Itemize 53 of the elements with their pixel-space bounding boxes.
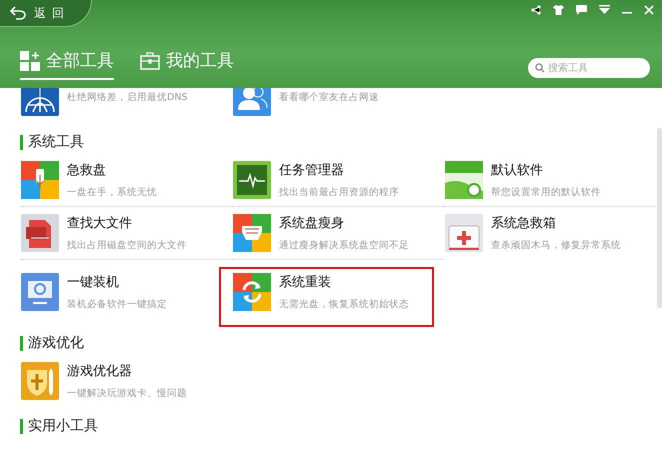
- tool-name: 游戏优化器: [67, 363, 133, 380]
- briefcase-icon: [140, 52, 160, 70]
- back-arrow-icon: [10, 6, 26, 20]
- tool-name: 查找大文件: [67, 215, 133, 232]
- monitor-icon: [21, 273, 59, 311]
- tool-description: 通过瘦身解决系统盘空间不足: [279, 239, 409, 252]
- first-aid-kit-icon: [445, 214, 483, 252]
- chat-icon[interactable]: [576, 5, 587, 15]
- file-icon: [21, 214, 59, 252]
- tool-item[interactable]: 默认软件 帮您设置常用的默认软件: [444, 153, 656, 206]
- tool-icon: [21, 161, 59, 199]
- tool-description: 查杀顽固木马，修复异常系统: [491, 239, 621, 252]
- grid-plus-icon: [20, 50, 40, 70]
- tool-icon: [233, 214, 271, 252]
- tool-name: 任务管理器: [279, 162, 345, 179]
- shirt-icon[interactable]: [553, 5, 564, 15]
- tool-description: 装机必备软件一键搞定: [67, 298, 167, 311]
- users-icon: [233, 88, 271, 116]
- menu-icon[interactable]: [599, 5, 610, 15]
- shield-sword-icon: [21, 362, 59, 400]
- back-button[interactable]: 返 回: [0, 0, 92, 27]
- tool-description: 看看哪个室友在占网速: [279, 90, 379, 104]
- tool-name: 一键装机: [67, 274, 120, 291]
- tool-item[interactable]: 任务管理器 找出当前最占用资源的程序: [232, 153, 444, 206]
- tool-description: 无需光盘，恢复系统初始状态: [279, 298, 409, 311]
- close-icon[interactable]: [644, 5, 654, 15]
- tool-name: 默认软件: [491, 162, 544, 179]
- search-field[interactable]: 搜索工具: [528, 58, 650, 78]
- tool-description: 找出占用磁盘空间的大文件: [67, 239, 187, 252]
- tool-description: 一键解决玩游戏卡、慢问题: [67, 387, 187, 400]
- search-icon: [535, 63, 545, 73]
- tool-item[interactable]: 一键装机 装机必备软件一键搞定: [20, 259, 232, 324]
- pulse-monitor-icon: [233, 161, 271, 199]
- section-title: 实用小工具: [28, 417, 98, 435]
- tool-item[interactable]: 急救盘 一盘在手，系统无忧: [20, 153, 232, 206]
- highlighted-tool-item[interactable]: 系统重装 无需光盘，恢复系统初始状态: [219, 267, 434, 327]
- tool-item[interactable]: 查找大文件 找出占用磁盘空间的大文件: [20, 206, 232, 259]
- tool-description: 杜绝网络差，启用最优DNS: [67, 90, 188, 104]
- tool-name: 系统急救箱: [491, 215, 557, 232]
- tool-description: 一盘在手，系统无忧: [67, 186, 157, 199]
- tool-item[interactable]: 游戏优化器 一键解决玩游戏卡、慢问题: [20, 354, 232, 407]
- tool-item[interactable]: 系统急救箱 查杀顽固木马，修复异常系统: [444, 206, 656, 259]
- section-title: 游戏优化: [28, 334, 84, 352]
- tool-item[interactable]: 系统盘瘦身 通过瘦身解决系统盘空间不足: [232, 206, 444, 259]
- section-title: 系统工具: [28, 133, 84, 151]
- tool-name: 急救盘: [67, 162, 107, 179]
- tool-icon: [233, 273, 271, 311]
- share-icon[interactable]: [531, 5, 541, 15]
- tool-description: 找出当前最占用资源的程序: [279, 186, 399, 199]
- globe-icon: [21, 88, 59, 116]
- tool-name: 系统盘瘦身: [279, 215, 345, 232]
- tool-description: 帮您设置常用的默认软件: [491, 186, 601, 199]
- tool-name: 系统重装: [279, 274, 332, 291]
